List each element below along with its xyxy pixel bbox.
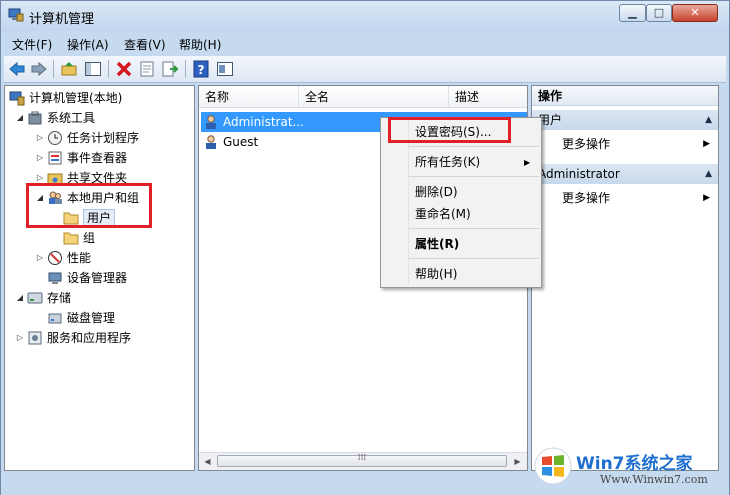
windows-logo-icon <box>534 447 572 485</box>
users-group-icon <box>49 191 62 204</box>
properties-icon[interactable] <box>138 60 156 78</box>
user-icon <box>206 115 216 129</box>
up-folder-icon[interactable] <box>60 60 78 78</box>
watermark: Win7系统之家 Www.Winwin7.com <box>530 441 730 495</box>
shared-folder-icon <box>47 173 63 185</box>
console-tree-panel: 计算机管理(本地) ◢ 系统工具 ▷ 任务计划程序 ▷ 事件查看器 ▷ 共享文件… <box>4 85 195 471</box>
collapse-icon[interactable]: ▲ <box>705 164 712 184</box>
minimize-icon: ▁ <box>628 6 637 19</box>
more-actions-administrator[interactable]: 更多操作 <box>562 188 610 208</box>
scroll-grip-icon: ⁞⁞⁞ <box>357 453 367 463</box>
menu-file[interactable]: 文件(F) <box>12 36 52 53</box>
actions-header: 操作 <box>532 86 718 106</box>
close-icon: ✕ <box>690 6 700 19</box>
computer-management-icon <box>8 8 24 22</box>
delete-x-icon[interactable] <box>115 60 133 78</box>
menu-separator <box>409 146 539 147</box>
window-title: 计算机管理 <box>29 12 95 27</box>
actions-section-users[interactable]: 用户 ▲ <box>532 110 718 130</box>
watermark-url: Www.Winwin7.com <box>600 473 708 486</box>
back-arrow-icon[interactable] <box>8 60 26 78</box>
menu-separator <box>409 176 539 177</box>
device-manager-icon <box>48 272 62 284</box>
forward-arrow-icon[interactable] <box>30 60 48 78</box>
title-bar[interactable]: 计算机管理 ▁ □ ✕ <box>1 1 729 31</box>
table-row-guest[interactable]: Guest <box>201 132 401 152</box>
event-viewer-icon <box>48 151 62 165</box>
clock-icon <box>48 131 62 145</box>
user-name: Guest <box>223 135 259 149</box>
user-icon <box>206 135 216 149</box>
expand-triangle-icon[interactable]: ▷ <box>35 129 45 147</box>
maximize-button[interactable]: □ <box>646 4 672 22</box>
submenu-arrow-icon: ▶ <box>524 158 531 167</box>
more-actions-users[interactable]: 更多操作 <box>562 134 610 154</box>
column-header-description[interactable]: 描述 <box>449 86 527 108</box>
storage-icon <box>27 292 43 304</box>
menu-gutter <box>408 120 409 285</box>
disk-icon <box>48 313 62 324</box>
close-button[interactable]: ✕ <box>672 4 718 22</box>
horizontal-scrollbar[interactable]: ◀ ⁞⁞⁞ ▶ <box>199 452 527 470</box>
menu-item-set-password[interactable]: 设置密码(S)... <box>415 122 491 142</box>
actions-panel: 操作 用户 ▲ 更多操作 ▶ Administrator ▲ 更多操作 ▶ <box>531 85 719 471</box>
services-icon <box>28 331 42 345</box>
collapse-triangle-icon[interactable]: ◢ <box>15 289 25 307</box>
collapse-triangle-icon[interactable]: ◢ <box>15 109 25 127</box>
menu-separator <box>409 258 539 259</box>
user-name: Administrat... <box>223 115 304 129</box>
expand-triangle-icon[interactable]: ▷ <box>35 149 45 167</box>
menu-help[interactable]: 帮助(H) <box>179 36 221 53</box>
toolbar: ? <box>4 56 726 83</box>
expand-triangle-icon[interactable]: ▷ <box>35 169 45 187</box>
scroll-left-icon[interactable]: ◀ <box>199 453 216 470</box>
menu-item-help[interactable]: 帮助(H) <box>415 264 457 284</box>
column-header-name[interactable]: 名称 <box>199 86 299 108</box>
show-hide-tree-icon[interactable] <box>84 60 102 78</box>
svg-text:?: ? <box>198 63 205 77</box>
column-header-fullname[interactable]: 全名 <box>299 86 449 108</box>
folder-icon <box>63 232 79 245</box>
more-actions-arrow-icon: ▶ <box>703 193 710 203</box>
computer-management-window: 计算机管理 ▁ □ ✕ 文件(F) 操作(A) 查看(V) 帮助(H) ? 计算… <box>0 0 730 495</box>
performance-icon <box>48 251 62 265</box>
menu-action[interactable]: 操作(A) <box>67 36 109 53</box>
menu-view[interactable]: 查看(V) <box>124 36 166 53</box>
collapse-icon[interactable]: ▲ <box>705 110 712 130</box>
actions-section-administrator[interactable]: Administrator ▲ <box>532 164 718 184</box>
maximize-icon: □ <box>653 6 665 19</box>
expand-triangle-icon[interactable]: ▷ <box>15 329 25 347</box>
help-icon[interactable]: ? <box>192 60 210 78</box>
menu-item-delete[interactable]: 删除(D) <box>415 182 458 202</box>
menu-item-properties[interactable]: 属性(R) <box>415 234 459 254</box>
context-menu: 设置密码(S)... 所有任务(K) ▶ 删除(D) 重命名(M) 属性(R) … <box>380 117 542 288</box>
expand-triangle-icon[interactable]: ▷ <box>35 249 45 267</box>
menu-item-rename[interactable]: 重命名(M) <box>415 204 471 224</box>
minimize-button[interactable]: ▁ <box>619 4 646 22</box>
export-list-icon[interactable] <box>161 60 179 78</box>
console-tree-icon[interactable] <box>216 60 234 78</box>
computer-management-icon <box>9 91 25 106</box>
tools-icon <box>28 111 42 125</box>
toolbar-separator <box>108 60 109 78</box>
collapse-triangle-icon[interactable]: ◢ <box>35 189 45 207</box>
watermark-brand: Win7系统之家 <box>576 454 693 474</box>
menu-item-all-tasks[interactable]: 所有任务(K) <box>415 152 480 172</box>
more-actions-arrow-icon: ▶ <box>703 139 710 149</box>
scroll-right-icon[interactable]: ▶ <box>509 453 526 470</box>
folder-icon <box>63 212 79 225</box>
scroll-thumb[interactable]: ⁞⁞⁞ <box>217 453 507 467</box>
toolbar-separator <box>53 60 54 78</box>
menu-separator <box>409 228 539 229</box>
toolbar-separator <box>185 60 186 78</box>
